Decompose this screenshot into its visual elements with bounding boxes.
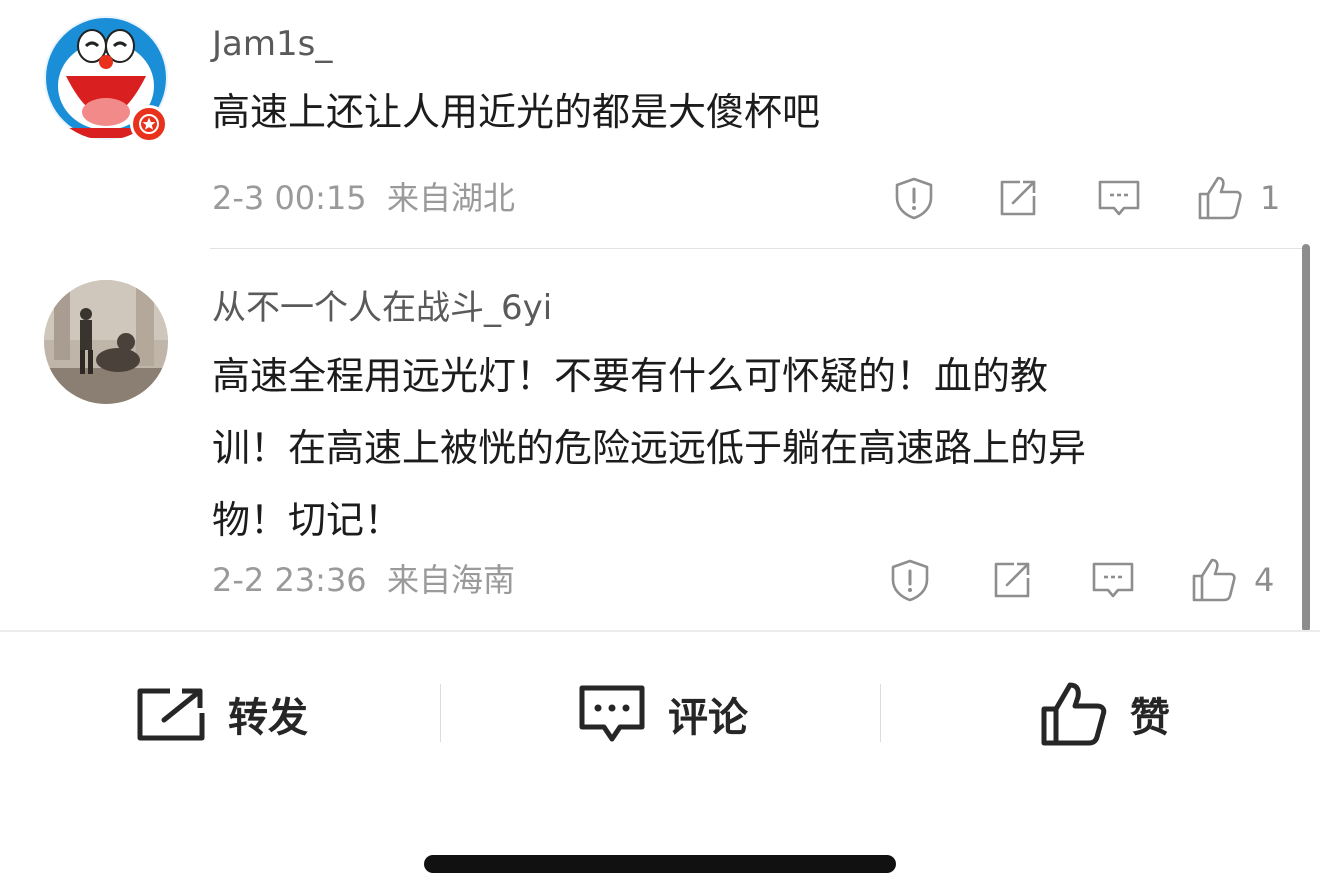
- comment-meta: 2-2 23:36 来自海南: [212, 560, 515, 600]
- comment-text-line: 训！在高速上被恍的危险远远低于躺在高速路上的异: [212, 426, 1087, 470]
- report-button[interactable]: [888, 558, 932, 602]
- comment-time: 2-2 23:36: [212, 561, 367, 599]
- star-badge-icon: [130, 105, 168, 143]
- bottom-repost-button[interactable]: 转发: [136, 676, 308, 752]
- repost-button[interactable]: [990, 558, 1034, 602]
- share-icon: [1000, 180, 1036, 216]
- comment-icon: [1098, 180, 1140, 216]
- comment-location: 来自湖北: [387, 179, 516, 217]
- comment-time: 2-3 00:15: [212, 179, 367, 217]
- bottom-comment-label: 评论: [668, 695, 748, 741]
- like-count: 1: [1260, 179, 1281, 217]
- report-icon: [895, 177, 933, 220]
- report-button[interactable]: [892, 176, 936, 220]
- bottom-bar-divider: [0, 630, 1320, 632]
- scrollbar[interactable]: [1302, 244, 1310, 632]
- home-indicator[interactable]: [424, 855, 896, 873]
- comment-text: 高速全程用远光灯！不要有什么可怀疑的！血的教 训！在高速上被恍的危险远远低于躺在…: [212, 340, 1252, 556]
- comment-divider: [210, 248, 1310, 249]
- bar-separator: [880, 684, 881, 742]
- reply-button[interactable]: [1096, 176, 1142, 220]
- comment-text: 高速上还让人用近光的都是大傻杯吧: [212, 90, 821, 134]
- repost-button[interactable]: [996, 176, 1040, 220]
- report-icon: [891, 559, 929, 602]
- bottom-repost-label: 转发: [228, 695, 308, 741]
- thumbs-up-icon: [1198, 176, 1242, 220]
- comment-text-line: 高速全程用远光灯！不要有什么可怀疑的！血的教: [212, 354, 1049, 398]
- share-icon: [137, 688, 205, 741]
- like-button[interactable]: 4: [1190, 556, 1274, 604]
- comment-location: 来自海南: [387, 561, 516, 599]
- comment-icon: [1092, 562, 1134, 598]
- bottom-like-label: 赞: [1130, 695, 1170, 741]
- comment-username[interactable]: 从不一个人在战斗_6yi: [212, 288, 552, 328]
- photo-avatar-icon: [44, 280, 168, 404]
- comment-icon: [579, 685, 645, 742]
- comment-text-line: 物！切记！: [212, 498, 403, 542]
- thumbs-up-icon: [1192, 558, 1236, 602]
- comment-username[interactable]: Jam1s_: [212, 24, 332, 64]
- like-button[interactable]: 1: [1196, 174, 1280, 222]
- like-count: 4: [1254, 561, 1275, 599]
- avatar[interactable]: [44, 280, 168, 404]
- reply-button[interactable]: [1090, 558, 1136, 602]
- bottom-comment-button[interactable]: 评论: [578, 676, 748, 752]
- comment-meta: 2-3 00:15 来自湖北: [212, 178, 515, 218]
- bar-separator: [440, 684, 441, 742]
- bottom-like-button[interactable]: 赞: [1040, 676, 1170, 752]
- share-icon: [994, 562, 1030, 598]
- thumbs-up-icon: [1041, 682, 1107, 746]
